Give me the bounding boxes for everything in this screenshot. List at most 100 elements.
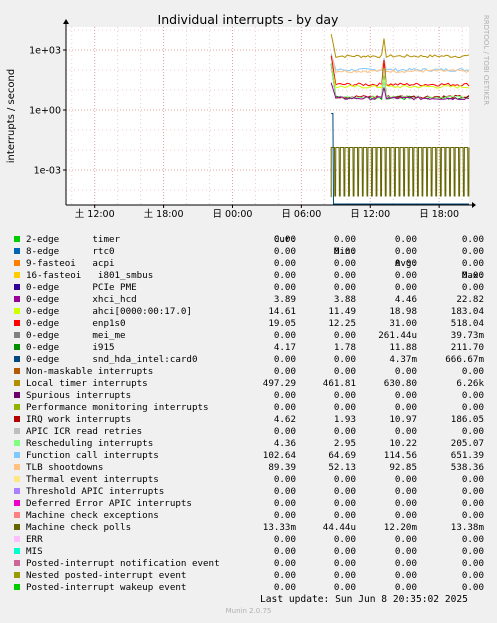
legend-max: 13.38m (450, 522, 484, 533)
legend-max: 0.00 (461, 258, 484, 269)
legend-avg: 0.00 (394, 558, 417, 569)
legend-label: 0-edge enp1s0 (26, 318, 126, 329)
legend-label: 9-fasteoi acpi (26, 258, 115, 269)
legend-max: 0.00 (461, 270, 484, 281)
x-tick-label: 土 18:00 (144, 208, 184, 220)
legend-label: 0-edge i915 (26, 342, 115, 353)
legend-avg: 12.20m (383, 522, 417, 533)
legend-min: 1.78 (333, 342, 356, 353)
legend-avg: 0.00 (394, 390, 417, 401)
legend-row: 0-edge snd_hda_intel:card0 0.00 0.00 4.37m 6… (14, 354, 494, 366)
legend-min: 0.00 (333, 402, 356, 413)
legend-label: Rescheduling interrupts (26, 438, 154, 449)
legend-row: Nested posted-interrupt event 0.00 0.00 0.0… (14, 570, 494, 582)
legend-cur: 0.00 (273, 282, 296, 293)
legend-cur: 14.61 (268, 306, 296, 317)
legend-avg: 0.00 (394, 258, 417, 269)
legend-min: 461.81 (322, 378, 356, 389)
legend-min: 2.95 (333, 438, 356, 449)
legend-min: 0.00 (333, 546, 356, 557)
legend-max: 6.26k (456, 378, 484, 389)
legend-avg: 0.00 (394, 486, 417, 497)
legend-label: Posted-interrupt notification event (26, 558, 220, 569)
legend-min: 64.69 (328, 450, 356, 461)
legend-swatch (14, 464, 20, 470)
legend-cur: 0.00 (273, 354, 296, 365)
legend-min: 0.00 (333, 258, 356, 269)
legend-min: 0.00 (333, 270, 356, 281)
legend-label: 0-edge xhci_hcd (26, 294, 137, 305)
legend-min: 0.00 (333, 330, 356, 341)
legend-max: 0.00 (461, 426, 484, 437)
legend-row: Performance monitoring interrupts 0.00 0.0… (14, 402, 494, 414)
legend-cur: 0.00 (273, 258, 296, 269)
legend-max: 0.00 (461, 390, 484, 401)
legend-row: APIC ICR read retries 0.00 0.00 0.00 0.00 (14, 426, 494, 438)
legend-swatch (14, 368, 20, 374)
legend-row: 0-edge mei_me 0.00 0.00 261.44u 39.73m (14, 330, 494, 342)
legend-cur: 19.05 (268, 318, 296, 329)
legend-row: ERR 0.00 0.00 0.00 0.00 (14, 534, 494, 546)
legend-swatch (14, 296, 20, 302)
legend-avg: 0.00 (394, 366, 417, 377)
legend-swatch (14, 332, 20, 338)
legend-max: 0.00 (461, 246, 484, 257)
legend-min: 0.00 (333, 582, 356, 593)
legend-min: 0.00 (333, 534, 356, 545)
legend-header: Cur: Min: Avg: Max: (14, 222, 494, 281)
legend-avg: 4.37m (389, 354, 417, 365)
legend-cur: 4.62 (273, 414, 296, 425)
legend-cur: 0.00 (273, 426, 296, 437)
interrupts-chart: Individual interrupts - by day interrupt… (0, 0, 497, 222)
legend-cur: 4.36 (273, 438, 296, 449)
legend-cur: 0.00 (273, 582, 296, 593)
legend-max: 0.00 (461, 558, 484, 569)
legend-row: 0-edge ahci[0000:00:17.0] 14.61 11.49 18.98… (14, 306, 494, 318)
legend-cur: 0.00 (273, 234, 296, 245)
legend-label: 16-fasteoi i801_smbus (26, 270, 154, 281)
legend-max: 186.05 (450, 414, 484, 425)
legend-swatch (14, 536, 20, 542)
legend-label: ERR (26, 534, 43, 545)
legend-max: 0.00 (461, 234, 484, 245)
legend-min: 0.00 (333, 426, 356, 437)
legend-avg: 11.88 (389, 342, 417, 353)
legend-avg: 10.97 (389, 414, 417, 425)
legend-max: 0.00 (461, 582, 484, 593)
legend-cur: 3.89 (273, 294, 296, 305)
legend-swatch (14, 500, 20, 506)
chart-title: Individual interrupts - by day (158, 12, 340, 27)
legend-row: IRQ work interrupts 4.62 1.93 10.97 186.05 (14, 414, 494, 426)
legend-label: TLB shootdowns (26, 462, 104, 473)
legend-table: Cur: Min: Avg: Max: 2-edge timer 0.00 0.00… (14, 222, 494, 594)
legend-label: Thermal event interrupts (26, 474, 159, 485)
legend-avg: 0.00 (394, 426, 417, 437)
legend-swatch (14, 452, 20, 458)
legend-max: 518.04 (450, 318, 484, 329)
legend-swatch (14, 428, 20, 434)
legend-avg: 0.00 (394, 402, 417, 413)
legend-max: 0.00 (461, 498, 484, 509)
last-update: Last update: Sun Jun 8 20:35:02 2025 (260, 594, 468, 605)
legend-max: 538.36 (450, 462, 484, 473)
y-tick-label: 1e-03 (34, 166, 61, 177)
legend-row: Machine check exceptions 0.00 0.00 0.00 0.00 (14, 510, 494, 522)
legend-avg: 0.00 (394, 546, 417, 557)
legend-cur: 4.17 (273, 342, 296, 353)
legend-min: 0.00 (333, 570, 356, 581)
legend-label: IRQ work interrupts (26, 414, 132, 425)
legend-label: 2-edge timer (26, 234, 121, 245)
legend-cur: 0.00 (273, 330, 296, 341)
y-tick-label: 1e+00 (29, 106, 61, 117)
legend-swatch (14, 440, 20, 446)
legend-swatch (14, 584, 20, 590)
legend-row: 9-fasteoi acpi 0.00 0.00 0.00 0.00 (14, 258, 494, 270)
legend-min: 0.00 (333, 246, 356, 257)
legend-max: 183.04 (450, 306, 484, 317)
legend-swatch (14, 272, 20, 278)
legend-swatch (14, 488, 20, 494)
legend-swatch (14, 320, 20, 326)
legend-avg: 31.00 (389, 318, 417, 329)
legend-avg: 261.44u (378, 330, 417, 341)
legend-swatch (14, 344, 20, 350)
